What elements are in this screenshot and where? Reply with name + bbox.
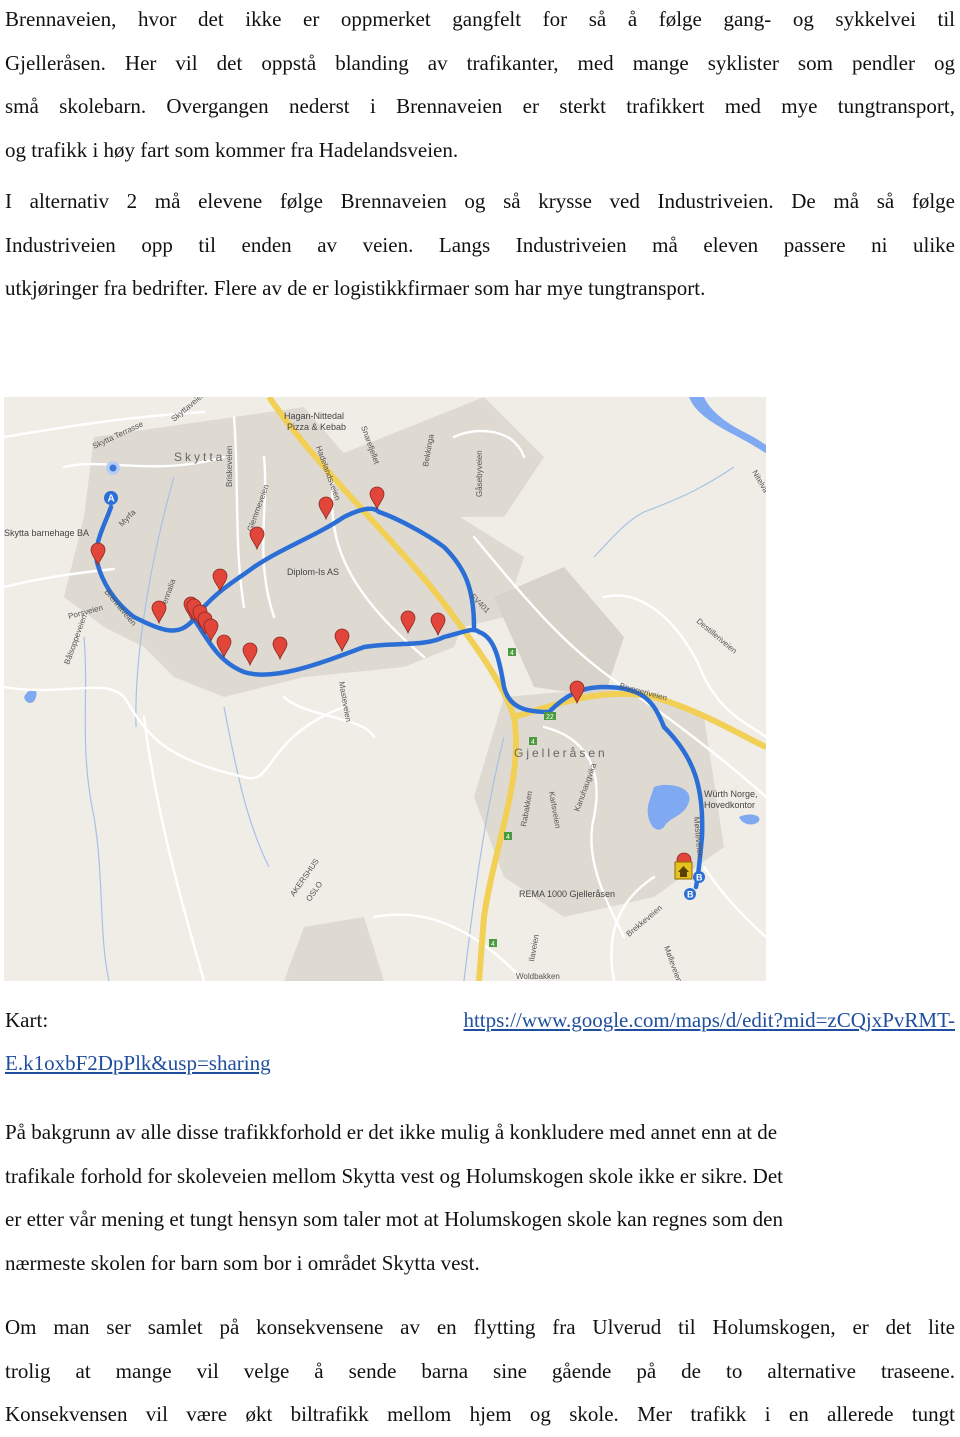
street-label: Skyttaveien <box>170 397 207 424</box>
text-line: I alternativ 2 må elevene følge Brennave… <box>5 189 955 213</box>
street-label: Briskeveien <box>225 446 234 487</box>
poi-label: Hovedkontor <box>704 800 755 810</box>
text-line: Brennaveien, hvor det ikke er oppmerket … <box>5 7 955 31</box>
text-line: nærmeste skolen for barn som bor i områd… <box>5 1250 480 1275</box>
svg-text:4: 4 <box>531 739 535 746</box>
current-location-dot <box>109 464 117 472</box>
svg-text:B: B <box>696 873 703 883</box>
street-label: Destilleriveien <box>695 617 739 656</box>
poi-label: Diplom-Is AS <box>287 567 339 577</box>
text-line: Gjelleråsen. Her vil det oppstå blanding… <box>5 50 955 75</box>
text-line: og trafikk i høy fart som kommer fra Had… <box>5 137 459 162</box>
street-label: Brekkeveien <box>625 903 665 938</box>
street-label: Mølleveien <box>662 945 684 981</box>
street-label: Woldbakken <box>516 972 560 981</box>
svg-text:4: 4 <box>510 650 514 657</box>
street-label: Ilaveien <box>527 934 541 963</box>
text-line: Om man ser samlet på konsekvensene av en… <box>5 1315 955 1339</box>
river-nitelva <box>689 397 766 454</box>
poi-label: REMA 1000 Gjelleråsen <box>519 889 615 899</box>
paragraph-1: Brennaveien, hvor det ikke er oppmerket … <box>5 0 955 172</box>
text-line: Industriveien opp til enden av veien. La… <box>5 232 955 257</box>
svg-text:4: 4 <box>506 834 510 841</box>
text-line: små skolebarn. Overgangen nederst i Bren… <box>5 94 955 118</box>
paragraph-2: I alternativ 2 må elevene følge Brennave… <box>5 180 955 311</box>
svg-text:B: B <box>687 890 694 900</box>
text-line: trolig at mange vil velge å sende barna … <box>5 1358 955 1383</box>
text-line: utkjøringer fra bedrifter. Flere av de e… <box>5 276 706 300</box>
paragraph-3: På bakgrunn av alle disse trafikkforhold… <box>5 1111 955 1285</box>
text-line: På bakgrunn av alle disse trafikkforhold… <box>5 1120 778 1144</box>
map-label: Kart: <box>5 1008 49 1032</box>
street-label: OSLO <box>304 880 324 903</box>
map-link-continued[interactable]: E.k1oxbF2DpPlk&usp=sharing <box>5 1051 271 1076</box>
street-label: Masteveien <box>337 681 353 723</box>
pond-icon <box>24 689 37 703</box>
route-map-image: Skytta Gjelleråsen Hagan-Nittedal Pizza … <box>4 397 766 981</box>
map-canvas: Skytta Gjelleråsen Hagan-Nittedal Pizza … <box>4 397 766 981</box>
pond-icon <box>739 814 760 825</box>
place-label-gjellerasen: Gjelleråsen <box>514 746 608 760</box>
poi-label: Hagan-Nittedal <box>284 411 344 421</box>
svg-text:22: 22 <box>546 714 554 721</box>
street-label: Nitelva <box>750 469 766 495</box>
marker-a-icon: A <box>104 491 118 505</box>
place-label-skytta: Skytta <box>174 450 225 464</box>
text-line: trafikale forhold for skoleveien mellom … <box>5 1163 783 1188</box>
poi-label: Würth Norge, <box>704 789 758 799</box>
text-line: er etter vår mening et tungt hensyn som … <box>5 1207 783 1231</box>
poi-label: Pizza & Kebab <box>287 422 346 432</box>
svg-text:4: 4 <box>491 941 495 948</box>
paragraph-4: Om man ser samlet på konsekvensene av en… <box>5 1306 955 1437</box>
poi-label: Skytta barnehage BA <box>4 528 89 538</box>
svg-text:A: A <box>108 494 115 505</box>
map-link[interactable]: https://www.google.com/maps/d/edit?mid=z… <box>463 1008 955 1033</box>
street-label: Gåsebyveien <box>475 450 484 497</box>
